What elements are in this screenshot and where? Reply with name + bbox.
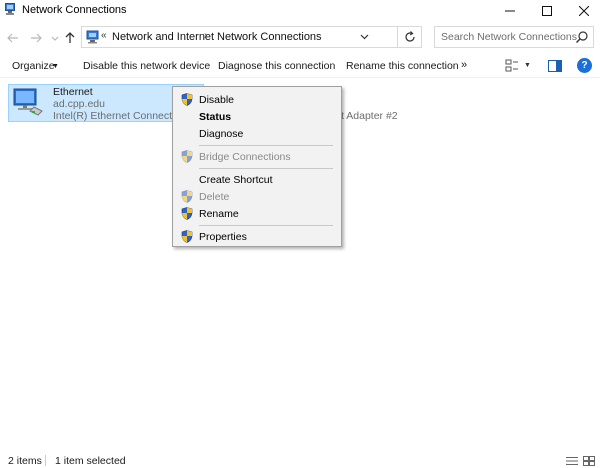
command-bar: Organize ▼ Disable this network device D… [0,54,600,78]
uac-shield-icon [181,93,193,106]
connection-adapter: Intel(R) Ethernet Connection [53,110,181,122]
close-icon [579,5,589,16]
menu-item-label: Disable [199,94,235,106]
menu-item-label: Rename [199,208,239,220]
close-button[interactable] [566,0,600,21]
menu-item-rename[interactable]: Rename [173,205,341,222]
maximize-button[interactable] [529,0,565,21]
window-title: Network Connections [22,4,127,16]
ethernet-adapter-icon [13,88,43,116]
menu-separator [199,168,333,169]
change-view-icon[interactable] [505,59,519,73]
refresh-button[interactable] [398,26,422,48]
item-count: 2 items [8,455,42,467]
rename-connection-button[interactable]: Rename this connection [346,60,459,72]
help-icon[interactable]: ? [577,58,592,73]
forward-button[interactable] [28,30,44,46]
menu-item-diagnose[interactable]: Diagnose [173,125,341,142]
title-bar: Network Connections [0,0,600,21]
breadcrumb-network-and-internet[interactable]: Network and Internet [112,31,214,43]
menu-item-disable[interactable]: Disable [173,91,341,108]
connection-adapter-2[interactable]: t Adapter #2 [341,110,398,122]
menu-item-label: Delete [199,191,230,203]
maximize-icon [542,5,552,16]
organize-menu[interactable]: Organize [12,60,55,72]
navigation-bar: « Network and Internet › Network Connect… [0,24,600,52]
menu-item-create-shortcut[interactable]: Create Shortcut [173,171,341,188]
minimize-icon [505,10,515,11]
forward-arrow-icon [31,33,42,43]
back-arrow-icon [7,33,18,43]
chevron-down-icon[interactable]: ▼ [52,63,59,70]
chevron-down-icon [51,36,59,41]
search-input[interactable]: Search Network Connections [441,31,577,43]
view-options-dropdown[interactable]: ▼ [524,62,531,69]
menu-item-status[interactable]: Status [173,108,341,125]
search-box[interactable]: Search Network Connections [434,26,594,48]
refresh-icon [404,31,415,42]
chevron-down-icon [360,34,368,40]
connection-domain: ad.cpp.edu [53,98,105,110]
preview-pane-icon[interactable] [548,60,562,72]
up-button[interactable] [62,30,78,46]
search-icon[interactable] [575,30,589,44]
menu-item-label: Create Shortcut [199,174,273,186]
minimize-button[interactable] [492,0,528,21]
menu-item-properties[interactable]: Properties [173,228,341,245]
more-commands-button[interactable]: » [461,59,467,71]
connection-name: Ethernet [53,86,93,98]
uac-shield-icon [181,150,193,163]
address-dropdown-button[interactable] [357,29,371,45]
uac-shield-icon [181,207,193,220]
menu-item-label: Bridge Connections [199,151,291,163]
menu-item-bridge-connections[interactable]: Bridge Connections [173,148,341,165]
status-bar: 2 items 1 item selected [0,452,600,468]
menu-item-label: Status [199,111,232,123]
menu-separator [199,145,333,146]
address-bar[interactable]: « Network and Internet › Network Connect… [81,26,398,48]
menu-item-delete[interactable]: Delete [173,188,341,205]
diagnose-connection-button[interactable]: Diagnose this connection [218,60,335,72]
breadcrumb-network-connections[interactable]: Network Connections [217,31,322,43]
uac-shield-icon [181,230,193,243]
context-menu: Disable Status Diagnose Bridge Connectio… [172,86,342,247]
status-divider [45,455,46,466]
back-button[interactable] [5,30,21,46]
selection-count: 1 item selected [55,455,126,467]
uac-shield-icon [181,190,193,203]
menu-item-label: Properties [199,231,247,243]
recent-locations-button[interactable] [47,31,63,47]
control-panel-icon [86,30,99,44]
large-icons-view-icon[interactable] [583,456,595,466]
menu-separator [199,225,333,226]
breadcrumb-separator[interactable]: › [204,30,207,41]
breadcrumb-overflow[interactable]: « [101,30,107,41]
details-view-icon[interactable] [566,456,578,466]
up-arrow-icon [65,32,75,43]
network-connections-icon [5,3,15,15]
disable-device-button[interactable]: Disable this network device [83,60,210,72]
menu-item-label: Diagnose [199,128,244,140]
